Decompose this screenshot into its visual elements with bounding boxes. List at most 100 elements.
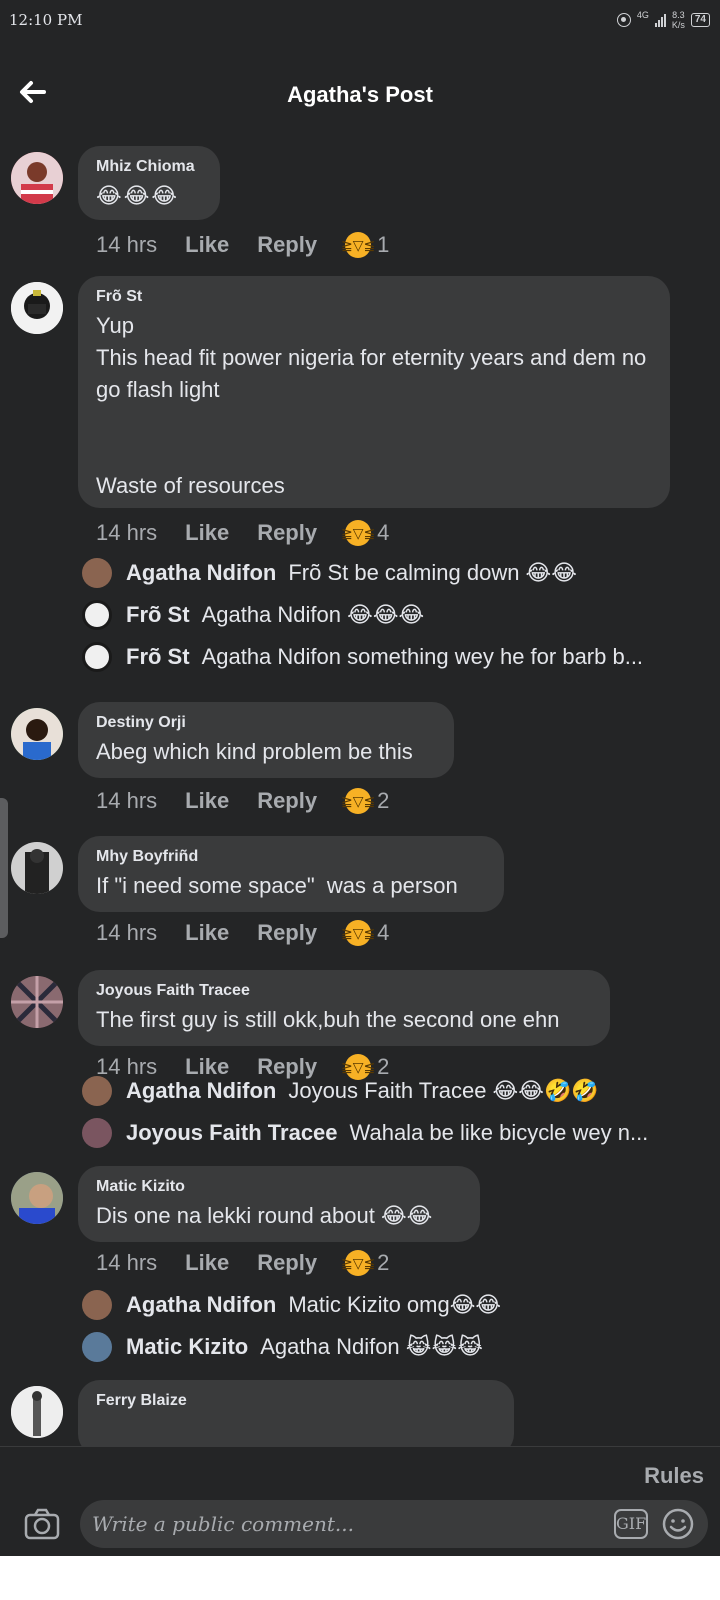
like-button[interactable]: Like (185, 1250, 229, 1276)
reply-button[interactable]: Reply (257, 920, 317, 946)
comment-author[interactable]: Mhiz Chioma (96, 158, 202, 176)
reaction-summary[interactable]: ≧▽≦ 4 (341, 920, 390, 946)
avatar[interactable] (11, 1172, 63, 1224)
comment-author[interactable]: Ferry Blaize (96, 1392, 496, 1410)
reply-item[interactable]: Frõ St Agatha Ndifon 😂😂😂 (82, 598, 424, 632)
like-button[interactable]: Like (185, 920, 229, 946)
haha-reaction-icon: ≧▽≦ (341, 520, 375, 546)
comment-author[interactable]: Matic Kizito (96, 1178, 462, 1196)
reply-author[interactable]: Frõ St (126, 644, 190, 670)
comment-author[interactable]: Mhy Boyfriñd (96, 848, 486, 866)
avatar[interactable] (11, 842, 63, 894)
reaction-summary[interactable]: ≧▽≦ 2 (341, 788, 390, 814)
reply-item[interactable]: Matic Kizito Agatha Ndifon 😹😹😹 (82, 1330, 483, 1364)
like-button[interactable]: Like (185, 788, 229, 814)
rules-link[interactable]: Rules (644, 1463, 704, 1489)
comments-feed[interactable]: Mhiz Chioma 😂😂😂 14 hrs Like Reply ≧▽≦ 1 F… (0, 140, 720, 1446)
comment-author[interactable]: Joyous Faith Tracee (96, 982, 592, 1000)
bottom-strip (0, 1556, 720, 1600)
smiley-icon (662, 1508, 694, 1540)
reply-item[interactable]: Agatha Ndifon Joyous Faith Tracee 😂😂🤣🤣 (82, 1074, 599, 1108)
avatar[interactable] (11, 1386, 63, 1438)
reply-button[interactable]: Reply (257, 520, 317, 546)
reply-item[interactable]: Agatha Ndifon Frõ St be calming down 😂😂 (82, 556, 577, 590)
comment-text: Abeg which kind problem be this (96, 739, 413, 764)
avatar[interactable] (11, 282, 63, 334)
reply-item[interactable]: Frõ St Agatha Ndifon something wey he fo… (82, 640, 643, 674)
comment-bubble[interactable]: Ferry Blaize (78, 1380, 514, 1446)
comment-author[interactable]: Destiny Orji (96, 714, 436, 732)
like-button[interactable]: Like (185, 232, 229, 258)
like-button[interactable]: Like (185, 520, 229, 546)
reaction-count: 1 (377, 232, 390, 257)
avatar (82, 1332, 112, 1362)
emoji-button[interactable] (662, 1508, 694, 1540)
reaction-summary[interactable]: ≧▽≦ 4 (341, 520, 390, 546)
comment-bubble[interactable]: Joyous Faith Tracee The first guy is sti… (78, 970, 610, 1046)
comment-time: 14 hrs (96, 1250, 158, 1275)
comment-bubble[interactable]: Mhy Boyfriñd If "i need some space" was … (78, 836, 504, 912)
comment-time: 14 hrs (96, 232, 158, 257)
avatar (82, 642, 112, 672)
reply-author[interactable]: Matic Kizito (126, 1334, 248, 1360)
comment-composer: Rules GIF (0, 1446, 720, 1556)
avatar (82, 600, 112, 630)
signal-icon (654, 13, 666, 27)
reply-author[interactable]: Frõ St (126, 602, 190, 628)
camera-icon (24, 1508, 60, 1540)
location-icon (616, 13, 631, 27)
reaction-count: 2 (377, 788, 390, 813)
reply-button[interactable]: Reply (257, 1250, 317, 1276)
reaction-summary[interactable]: ≧▽≦ 2 (341, 1250, 390, 1276)
comment-actions: 14 hrs Like Reply ≧▽≦ 2 (96, 788, 389, 814)
reply-text: Wahala be like bicycle wey n... (349, 1120, 649, 1145)
avatar[interactable] (11, 708, 63, 760)
comment-text: Yup This head fit power nigeria for eter… (96, 313, 647, 498)
avatar (82, 1118, 112, 1148)
comment-bubble[interactable]: Matic Kizito Dis one na lekki round abou… (78, 1166, 480, 1242)
reaction-count: 4 (377, 520, 390, 545)
reply-text: Agatha Ndifon 😂😂😂 (201, 602, 425, 627)
camera-button[interactable] (24, 1507, 60, 1541)
comment-text: If "i need some space" was a person (96, 873, 458, 898)
comment-time: 14 hrs (96, 520, 158, 545)
comment-text: 😂😂😂 (96, 183, 180, 208)
reaction-count: 4 (377, 920, 390, 945)
reply-author[interactable]: Agatha Ndifon (126, 1078, 276, 1104)
reaction-count: 2 (377, 1250, 390, 1275)
comment-bubble[interactable]: Destiny Orji Abeg which kind problem be … (78, 702, 454, 778)
reply-author[interactable]: Joyous Faith Tracee (126, 1120, 338, 1146)
reply-text: Agatha Ndifon something wey he for barb … (201, 644, 644, 669)
reply-item[interactable]: Agatha Ndifon Matic Kizito omg😂😂 (82, 1288, 501, 1322)
avatar[interactable] (11, 976, 63, 1028)
reply-button[interactable]: Reply (257, 232, 317, 258)
haha-reaction-icon: ≧▽≦ (341, 788, 375, 814)
avatar (82, 558, 112, 588)
comment-text: The first guy is still okk,buh the secon… (96, 1007, 560, 1032)
reaction-summary[interactable]: ≧▽≦ 1 (341, 232, 390, 258)
comment-time: 14 hrs (96, 920, 158, 945)
reply-author[interactable]: Agatha Ndifon (126, 1292, 276, 1318)
reply-button[interactable]: Reply (257, 788, 317, 814)
status-bar: 12:10 PM 4G 8.3 K/s 74 (0, 0, 720, 44)
comment-bubble[interactable]: Mhiz Chioma 😂😂😂 (78, 146, 220, 220)
haha-reaction-icon: ≧▽≦ (341, 920, 375, 946)
reply-item[interactable]: Joyous Faith Tracee Wahala be like bicyc… (82, 1116, 648, 1150)
scrollbar-handle[interactable] (0, 798, 8, 938)
comment-text: Dis one na lekki round about 😂😂 (96, 1203, 433, 1228)
reply-author[interactable]: Agatha Ndifon (126, 560, 276, 586)
network-type: 4G (636, 10, 649, 20)
reply-text: Matic Kizito omg😂😂 (288, 1292, 502, 1317)
comment-actions: 14 hrs Like Reply ≧▽≦ 4 (96, 520, 389, 546)
reply-text: Frõ St be calming down 😂😂 (288, 560, 577, 585)
comment-actions: 14 hrs Like Reply ≧▽≦ 2 (96, 1250, 389, 1276)
comment-actions: 14 hrs Like Reply ≧▽≦ 1 (96, 232, 389, 258)
comment-author[interactable]: Frõ St (96, 288, 652, 306)
comment-time: 14 hrs (96, 788, 158, 813)
page-title: Agatha's Post (287, 82, 433, 107)
status-time: 12:10 PM (9, 11, 83, 29)
reply-text: Joyous Faith Tracee 😂😂🤣🤣 (288, 1078, 599, 1103)
comment-bubble[interactable]: Frõ St Yup This head fit power nigeria f… (78, 276, 670, 508)
gif-button[interactable]: GIF (614, 1509, 648, 1539)
avatar[interactable] (11, 152, 63, 204)
